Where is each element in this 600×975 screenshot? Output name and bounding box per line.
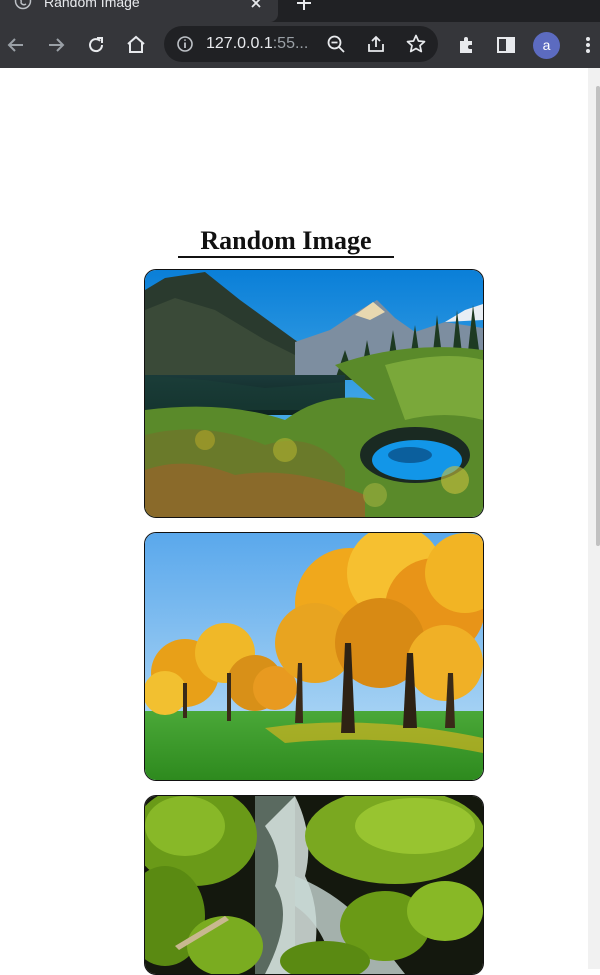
autumn-trees-image [145,533,483,780]
back-icon[interactable] [4,33,28,57]
forward-icon[interactable] [44,33,68,57]
menu-kebab-icon[interactable] [576,33,600,57]
image-card-mossy-stream [144,795,484,975]
side-panel-icon[interactable] [494,33,518,57]
page-title: Random Image [178,226,394,258]
share-icon[interactable] [364,32,388,56]
scrollbar-thumb[interactable] [596,86,600,546]
url-host: 127.0.0.1 [206,35,273,52]
reload-icon[interactable] [84,33,108,57]
image-card-autumn-trees [144,532,484,781]
image-card-mountain-lake [144,269,484,518]
mossy-stream-image [145,796,483,974]
mountain-lake-image [145,270,483,517]
profile-avatar[interactable]: a [533,32,560,59]
tab-random-image[interactable]: Random Image [0,0,278,22]
bookmark-star-icon[interactable] [404,32,428,56]
extensions-icon[interactable] [454,33,478,57]
tab-close-icon[interactable] [248,0,264,16]
tab-title: Random Image [44,0,140,10]
home-icon[interactable] [124,33,148,57]
address-bar[interactable]: 127.0.0.1:55... [164,26,438,62]
site-info-icon[interactable] [173,32,197,56]
new-tab-icon[interactable] [294,0,314,18]
globe-icon [14,0,32,15]
tab-strip: Random Image [0,0,600,22]
zoom-out-icon[interactable] [324,32,348,56]
url-text[interactable]: 127.0.0.1:55... [206,35,308,53]
url-path: :55... [272,35,309,52]
browser-toolbar: 127.0.0.1:55... a [0,22,600,68]
